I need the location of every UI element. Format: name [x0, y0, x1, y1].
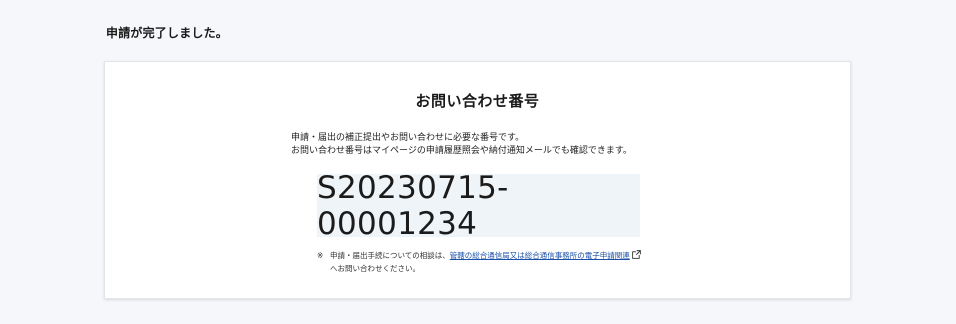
- external-link-icon[interactable]: [631, 250, 641, 263]
- card-title: お問い合わせ番号: [415, 92, 540, 110]
- inquiry-number: S20230715-00001234: [317, 169, 509, 242]
- note-prefix: 申請・届出手続についての相談は、: [330, 251, 450, 260]
- note-mark: ※: [317, 251, 324, 260]
- page-heading: 申請が完了しました。: [106, 26, 229, 40]
- contact-link[interactable]: 管轄の総合通信局又は総合通信事務所の電子申請関連: [450, 251, 630, 260]
- inquiry-number-card: お問い合わせ番号 申請・届出の補正提出やお問い合わせに必要な番号です。 お問い合…: [104, 61, 851, 299]
- inquiry-number-box: S20230715-00001234: [317, 170, 640, 242]
- note-suffix: へお問い合わせください。: [330, 264, 420, 273]
- description-line-1: 申請・届出の補正提出やお問い合わせに必要な番号です。: [291, 133, 525, 143]
- card-description: 申請・届出の補正提出やお問い合わせに必要な番号です。 お問い合わせ番号はマイペー…: [291, 132, 632, 158]
- description-line-2: お問い合わせ番号はマイページの申請履歴照会や納付通知メールでも確認できます。: [291, 146, 632, 156]
- contact-note: ※ 申請・届出手続についての相談は、管轄の総合通信局又は総合通信事務所の電子申請…: [317, 250, 647, 275]
